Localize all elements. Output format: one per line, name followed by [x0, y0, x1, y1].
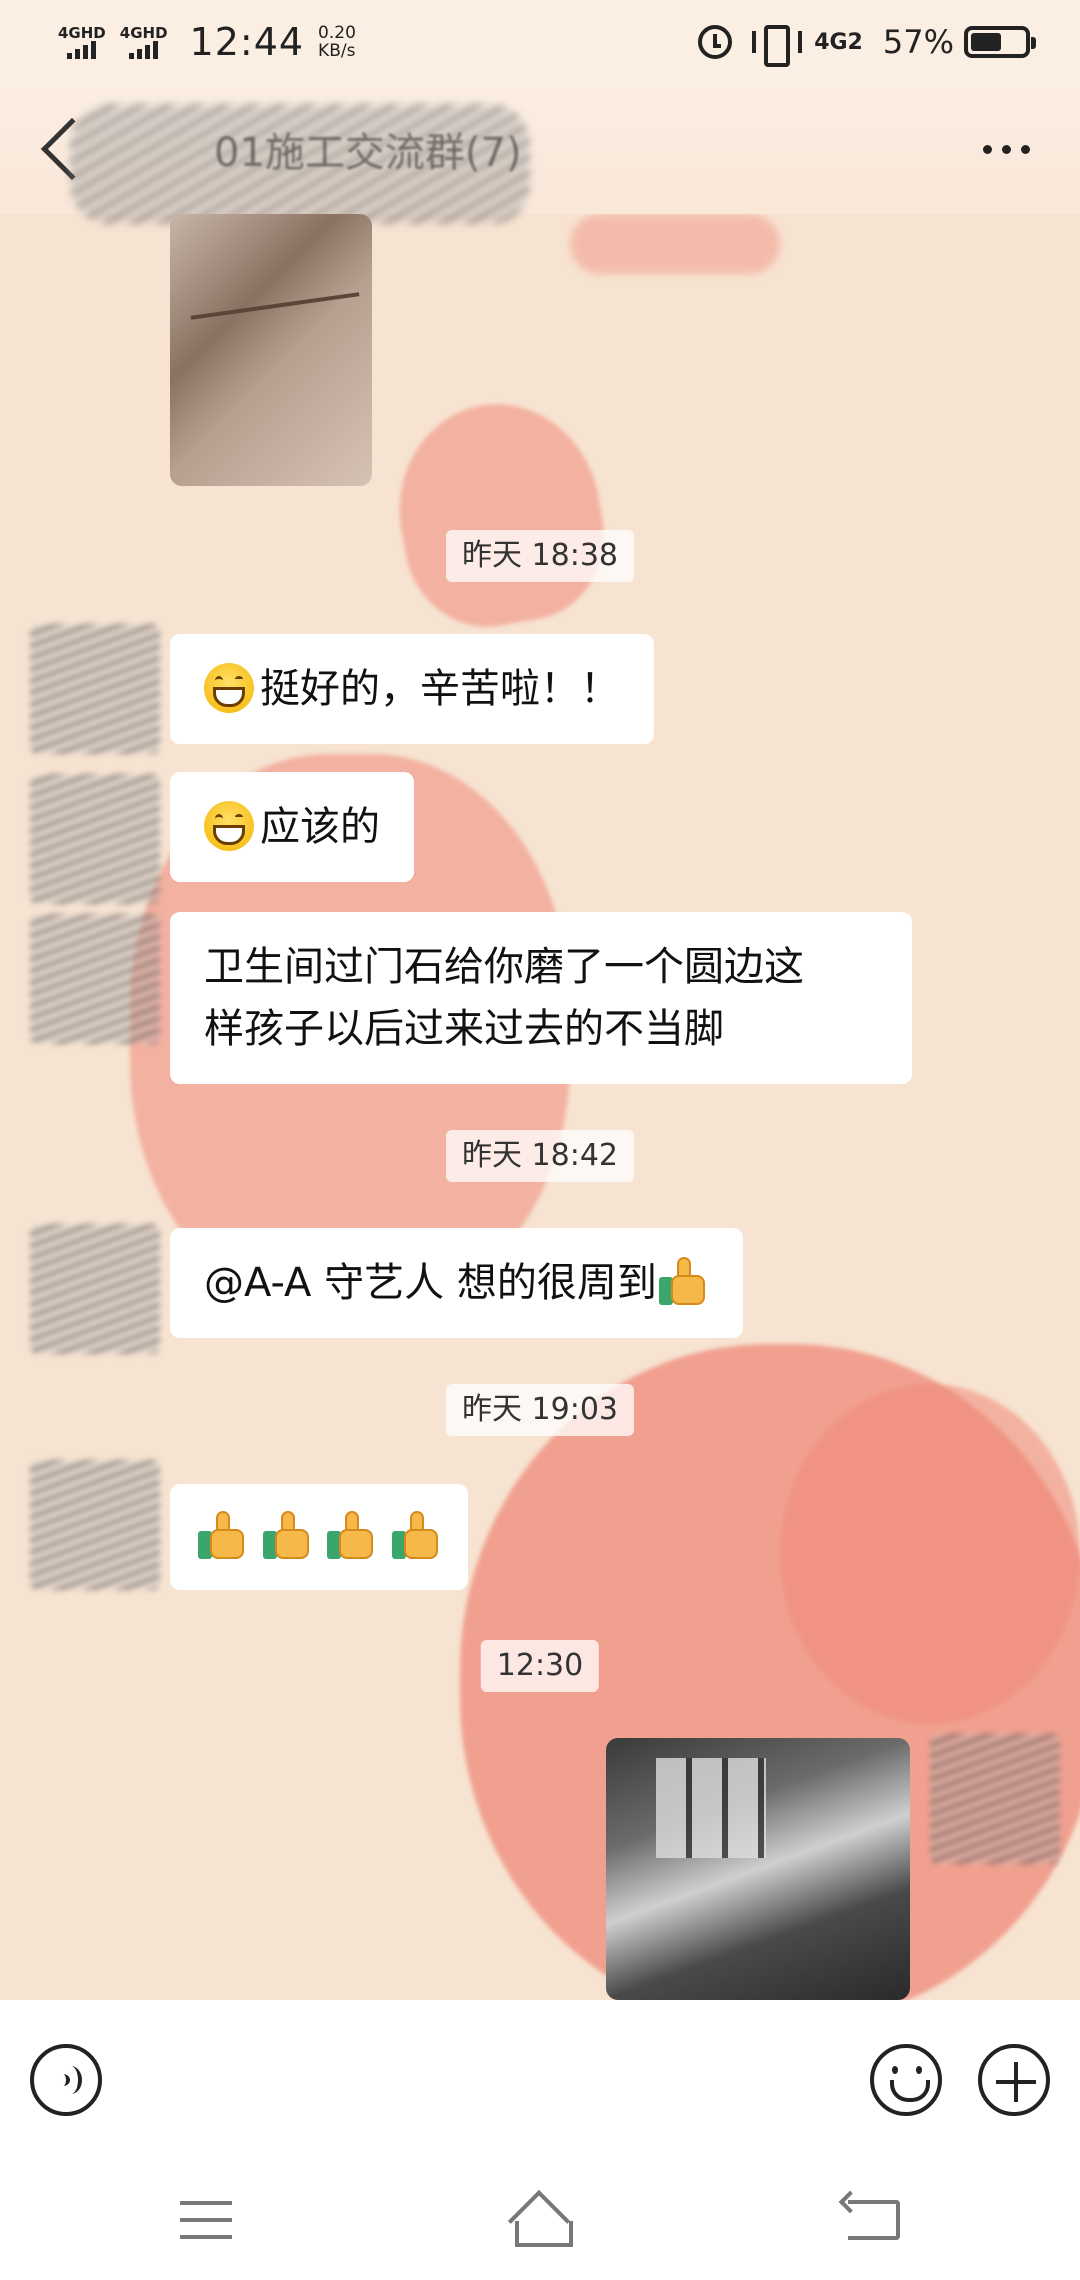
chat-bubble[interactable]: @A-A 守艺人 想的很周到	[170, 1228, 743, 1338]
message-text-line: 样孩子以后过来过去的不当脚	[204, 1006, 724, 1052]
message-text: @A-A 守艺人 想的很周到	[204, 1260, 657, 1306]
grinning-face-emoji-icon	[204, 801, 254, 851]
home-icon[interactable]	[505, 2195, 575, 2247]
chat-bubble[interactable]: 卫生间过门石给你磨了一个圆边这 样孩子以后过来过去的不当脚	[170, 912, 912, 1084]
message-text: 挺好的，辛苦啦！！	[260, 666, 620, 712]
avatar[interactable]	[30, 1224, 160, 1354]
avatar[interactable]	[30, 624, 160, 754]
avatar[interactable]	[930, 1734, 1060, 1864]
sim1-label: 4GHD	[58, 24, 106, 42]
avatar[interactable]	[30, 1460, 160, 1590]
image-message[interactable]	[606, 1738, 910, 2000]
chat-header: 01施工交流群(7)	[0, 84, 1080, 224]
battery-percent: 57%	[882, 23, 954, 61]
thumbs-up-emoji-icon	[325, 1509, 377, 1561]
vibrate-icon	[752, 25, 803, 67]
message-timestamp: 昨天 18:42	[446, 1130, 634, 1182]
background-heart	[382, 388, 618, 640]
voice-input-icon[interactable]	[30, 2044, 102, 2116]
clock: 12:44	[189, 20, 305, 64]
thumbs-up-emoji-icon	[657, 1255, 709, 1307]
menu-icon[interactable]	[180, 2201, 232, 2239]
thumbs-up-emoji-icon	[196, 1509, 248, 1561]
message-timestamp: 12:30	[480, 1640, 600, 1692]
more-options-icon[interactable]	[983, 144, 1030, 154]
speed-unit: KB/s	[318, 41, 356, 61]
sim2-signal-icon: 4GHD	[120, 25, 168, 59]
avatar[interactable]	[30, 914, 160, 1044]
sim2-label: 4GHD	[119, 24, 168, 42]
avatar[interactable]	[30, 774, 160, 904]
image-message[interactable]	[170, 214, 372, 486]
speed-value: 0.20	[318, 23, 356, 43]
message-text-line: 卫生间过门石给你磨了一个圆边这	[204, 944, 804, 990]
emoji-picker-icon[interactable]	[870, 2044, 942, 2116]
chat-bubble[interactable]	[170, 1484, 469, 1590]
message-timestamp: 昨天 18:38	[446, 530, 634, 582]
network-speed: 0.20 KB/s	[318, 24, 356, 60]
input-bar	[0, 2000, 1080, 2160]
sim1-signal-icon: 4GHD	[58, 25, 106, 59]
network-type: 4G2	[814, 29, 863, 55]
chat-title: 01施工交流群(7)	[214, 130, 522, 176]
more-actions-plus-icon[interactable]	[978, 2044, 1050, 2116]
background-decoration	[570, 214, 780, 274]
thumbs-up-emoji-icon	[390, 1509, 442, 1561]
chat-bubble[interactable]: 应该的	[170, 772, 414, 882]
system-navigation-bar	[0, 2160, 1080, 2280]
chat-bubble[interactable]: 挺好的，辛苦啦！！	[170, 634, 654, 744]
status-bar: 4GHD 4GHD 12:44 0.20 KB/s 4G2 57%	[0, 0, 1080, 84]
battery-icon	[964, 26, 1036, 58]
alarm-icon	[698, 25, 733, 59]
background-heart	[780, 1384, 1080, 1724]
message-text: 应该的	[260, 804, 380, 850]
thumbs-up-emoji-icon	[261, 1509, 313, 1561]
grinning-face-emoji-icon	[204, 663, 254, 713]
message-timestamp: 昨天 19:03	[446, 1384, 634, 1436]
back-nav-icon[interactable]	[848, 2200, 900, 2240]
chat-area[interactable]: 昨天 18:38 挺好的，辛苦啦！！ 应该的 卫生间过门石给你磨了一个圆边这 样…	[0, 214, 1080, 2000]
